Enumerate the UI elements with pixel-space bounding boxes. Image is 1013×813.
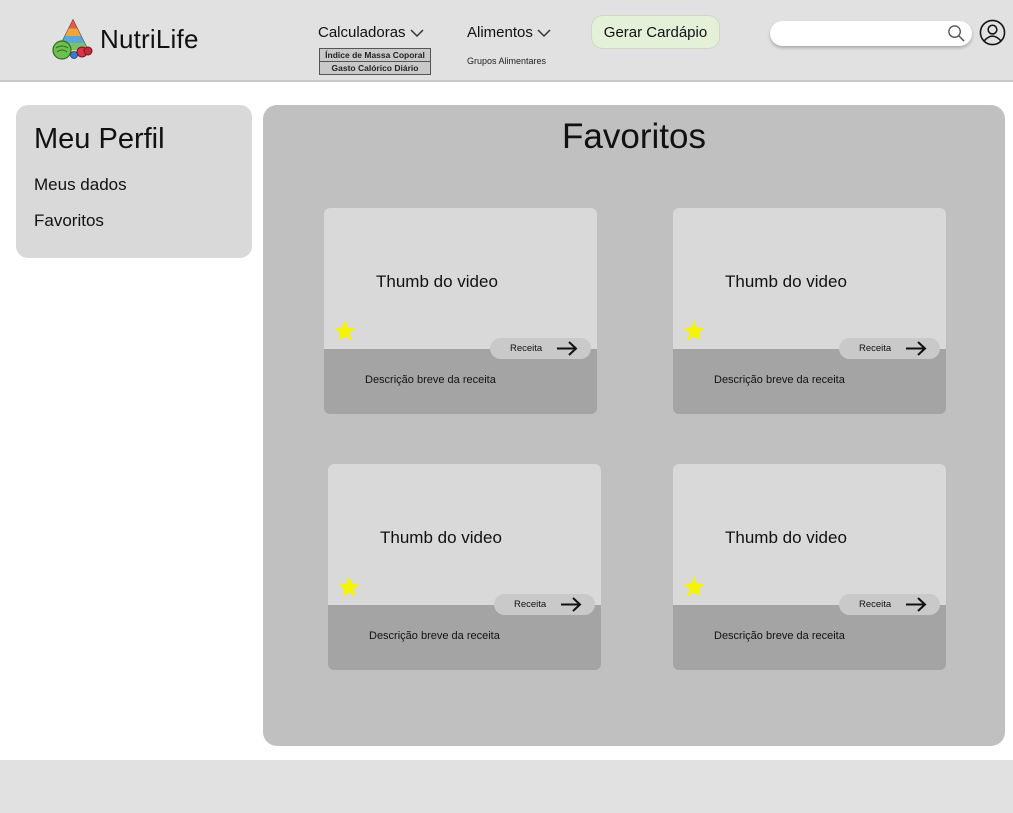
video-thumbnail[interactable]: Thumb do video (324, 208, 597, 349)
receita-button[interactable]: Receita (490, 338, 591, 359)
arrow-right-icon (557, 341, 578, 356)
thumbnail-label: Thumb do video (380, 528, 502, 547)
recipe-card[interactable]: Thumb do video Receita Descrição breve d… (673, 208, 946, 414)
recipe-description: Descrição breve da receita (714, 374, 845, 386)
gerar-cardapio-button[interactable]: Gerar Cardápio (591, 15, 720, 49)
sidebar-item-meus-dados[interactable]: Meus dados (34, 175, 127, 195)
search-input[interactable] (770, 21, 935, 46)
favorites-panel: Favoritos Thumb do video Receita Descriç… (263, 105, 1005, 746)
recipe-card[interactable]: Thumb do video Receita Descrição breve d… (328, 464, 601, 670)
page-footer (0, 760, 1013, 813)
receita-button[interactable]: Receita (839, 338, 940, 359)
search-bar (770, 21, 972, 46)
receita-button[interactable]: Receita (839, 594, 940, 615)
nav-alimentos-label: Alimentos (467, 24, 533, 41)
submenu-item-imc[interactable]: Índice de Massa Coporal (320, 49, 430, 61)
nav-calculadoras-label: Calculadoras (318, 24, 406, 41)
sidebar-item-favoritos[interactable]: Favoritos (34, 211, 104, 231)
receita-button[interactable]: Receita (494, 594, 595, 615)
receita-button-label: Receita (510, 343, 543, 354)
food-pyramid-icon (52, 18, 93, 60)
receita-button-label: Receita (514, 599, 547, 610)
star-icon[interactable] (682, 575, 706, 599)
search-icon[interactable] (947, 24, 966, 43)
calculadoras-submenu: Índice de Massa Coporal Gasto Calórico D… (319, 48, 431, 75)
chevron-down-icon (537, 28, 551, 37)
user-circle-icon[interactable] (979, 19, 1006, 46)
brand-logo[interactable]: NutriLife (52, 18, 199, 60)
star-icon[interactable] (682, 319, 706, 343)
nav-alimentos[interactable]: Alimentos (467, 24, 551, 41)
video-thumbnail[interactable]: Thumb do video (673, 208, 946, 349)
recipe-description: Descrição breve da receita (714, 630, 845, 642)
thumbnail-label: Thumb do video (725, 528, 847, 547)
recipe-description: Descrição breve da receita (365, 374, 496, 386)
top-header: NutriLife Calculadoras Índice de Massa C… (0, 0, 1013, 82)
arrow-right-icon (906, 341, 927, 356)
submenu-item-gasto-calorico[interactable]: Gasto Calórico Diário (320, 61, 430, 74)
submenu-item-grupos-alimentares[interactable]: Grupos Alimentares (467, 56, 546, 66)
star-icon[interactable] (333, 319, 357, 343)
video-thumbnail[interactable]: Thumb do video (328, 464, 601, 605)
arrow-right-icon (561, 597, 582, 612)
video-thumbnail[interactable]: Thumb do video (673, 464, 946, 605)
thumbnail-label: Thumb do video (725, 272, 847, 291)
recipe-card[interactable]: Thumb do video Receita Descrição breve d… (673, 464, 946, 670)
recipe-card[interactable]: Thumb do video Receita Descrição breve d… (324, 208, 597, 414)
brand-name: NutriLife (100, 23, 199, 54)
star-icon[interactable] (337, 575, 361, 599)
nav-calculadoras[interactable]: Calculadoras (318, 24, 424, 41)
profile-sidebar: Meu Perfil Meus dados Favoritos (16, 105, 252, 258)
recipe-description: Descrição breve da receita (369, 630, 500, 642)
receita-button-label: Receita (859, 343, 892, 354)
sidebar-title: Meu Perfil (34, 123, 165, 155)
arrow-right-icon (906, 597, 927, 612)
thumbnail-label: Thumb do video (376, 272, 498, 291)
receita-button-label: Receita (859, 599, 892, 610)
chevron-down-icon (410, 28, 424, 37)
page-title: Favoritos (562, 117, 706, 156)
